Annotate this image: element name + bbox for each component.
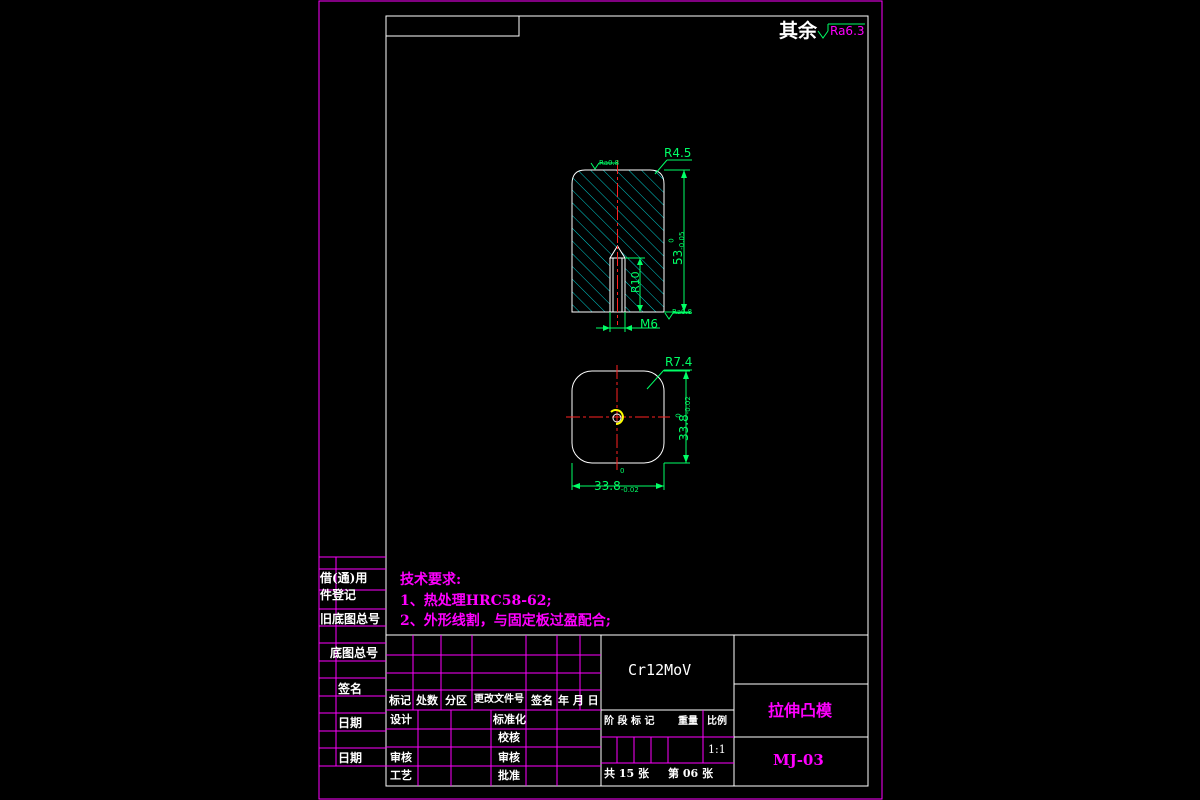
material-label: Cr12MoV xyxy=(628,661,692,679)
height-tol-upper: 0 xyxy=(667,238,676,243)
tech-requirement-1: 1、热处理HRC58-62; xyxy=(400,593,552,609)
sheets-total: 共 15 张 xyxy=(604,767,649,780)
drawing-sheet xyxy=(318,0,883,800)
label-craft: 工艺 xyxy=(390,769,412,782)
plan-height-dimension-label: 33.8-0.02 xyxy=(673,396,692,441)
height-nominal: 53 xyxy=(671,249,685,265)
plan-width-tol-lower: -0.02 xyxy=(620,486,639,494)
label-check: 校核 xyxy=(498,731,520,744)
rev-header-signature: 签名 xyxy=(531,694,553,707)
thread-label: M6 xyxy=(640,317,658,331)
left-label-old-base: 旧底图总号 xyxy=(320,612,381,626)
plan-width-tol-upper: 0 xyxy=(620,467,625,475)
label-proofread: 审核 xyxy=(498,751,520,764)
top-roughness-label: Ra0.8 xyxy=(599,159,620,167)
tech-requirements-title: 技术要求: xyxy=(400,572,462,588)
corner-radius-label: R4.5 xyxy=(664,146,692,160)
hole-depth-label: R10 xyxy=(629,271,642,293)
plan-width-nominal: 33.8 xyxy=(594,479,621,493)
label-approve: 批准 xyxy=(498,769,520,782)
tech-requirement-2: 2、外形线割，与固定板过盈配合; xyxy=(400,613,611,629)
surface-note-roughness: Ra6.3 xyxy=(830,24,865,38)
label-design: 设计 xyxy=(390,713,412,726)
plan-height-tol-lower: -0.02 xyxy=(684,396,692,415)
plan-height-tol-upper: 0 xyxy=(674,413,683,418)
part-name-label: 拉伸凸模 xyxy=(768,701,833,720)
left-label-signature: 签名 xyxy=(338,682,363,696)
plan-width-dimension-label: 33.8-0.02 xyxy=(594,475,639,494)
label-review: 审核 xyxy=(390,751,412,764)
left-label-date-1: 日期 xyxy=(338,716,363,730)
rev-header-zone: 分区 xyxy=(445,694,467,707)
rev-header-date: 年 月 日 xyxy=(558,694,599,707)
drawing-number-label: MJ-03 xyxy=(773,751,824,769)
stage-header-mark: 阶 段 标 记 xyxy=(604,716,655,727)
stage-header-scale: 比例 xyxy=(707,716,727,727)
plan-radius-label: R7.4 xyxy=(665,355,693,369)
plan-height-nominal: 33.8 xyxy=(677,414,691,441)
height-tol-lower: -0.05 xyxy=(678,231,686,250)
left-label-register: 件登记 xyxy=(320,588,357,602)
height-dimension-label: 53-0.05 xyxy=(667,225,686,265)
label-standardize: 标准化 xyxy=(493,713,526,726)
scale-value: 1:1 xyxy=(708,743,726,756)
surface-note-prefix: 其余 xyxy=(779,20,818,42)
left-label-date-2: 日期 xyxy=(338,751,363,765)
rev-header-count: 处数 xyxy=(416,694,438,707)
inner-border xyxy=(385,15,869,787)
code-box xyxy=(385,15,520,37)
rev-header-mark: 标记 xyxy=(389,694,411,707)
rev-header-change-doc: 更改文件号 xyxy=(474,694,524,705)
bottom-roughness-label: Ra0.8 xyxy=(672,308,693,316)
sheet-number: 第 06 张 xyxy=(668,767,713,780)
stage-header-weight: 重量 xyxy=(678,716,698,727)
left-label-borrow: 借(通)用 xyxy=(320,571,368,585)
left-label-base: 底图总号 xyxy=(330,646,379,660)
